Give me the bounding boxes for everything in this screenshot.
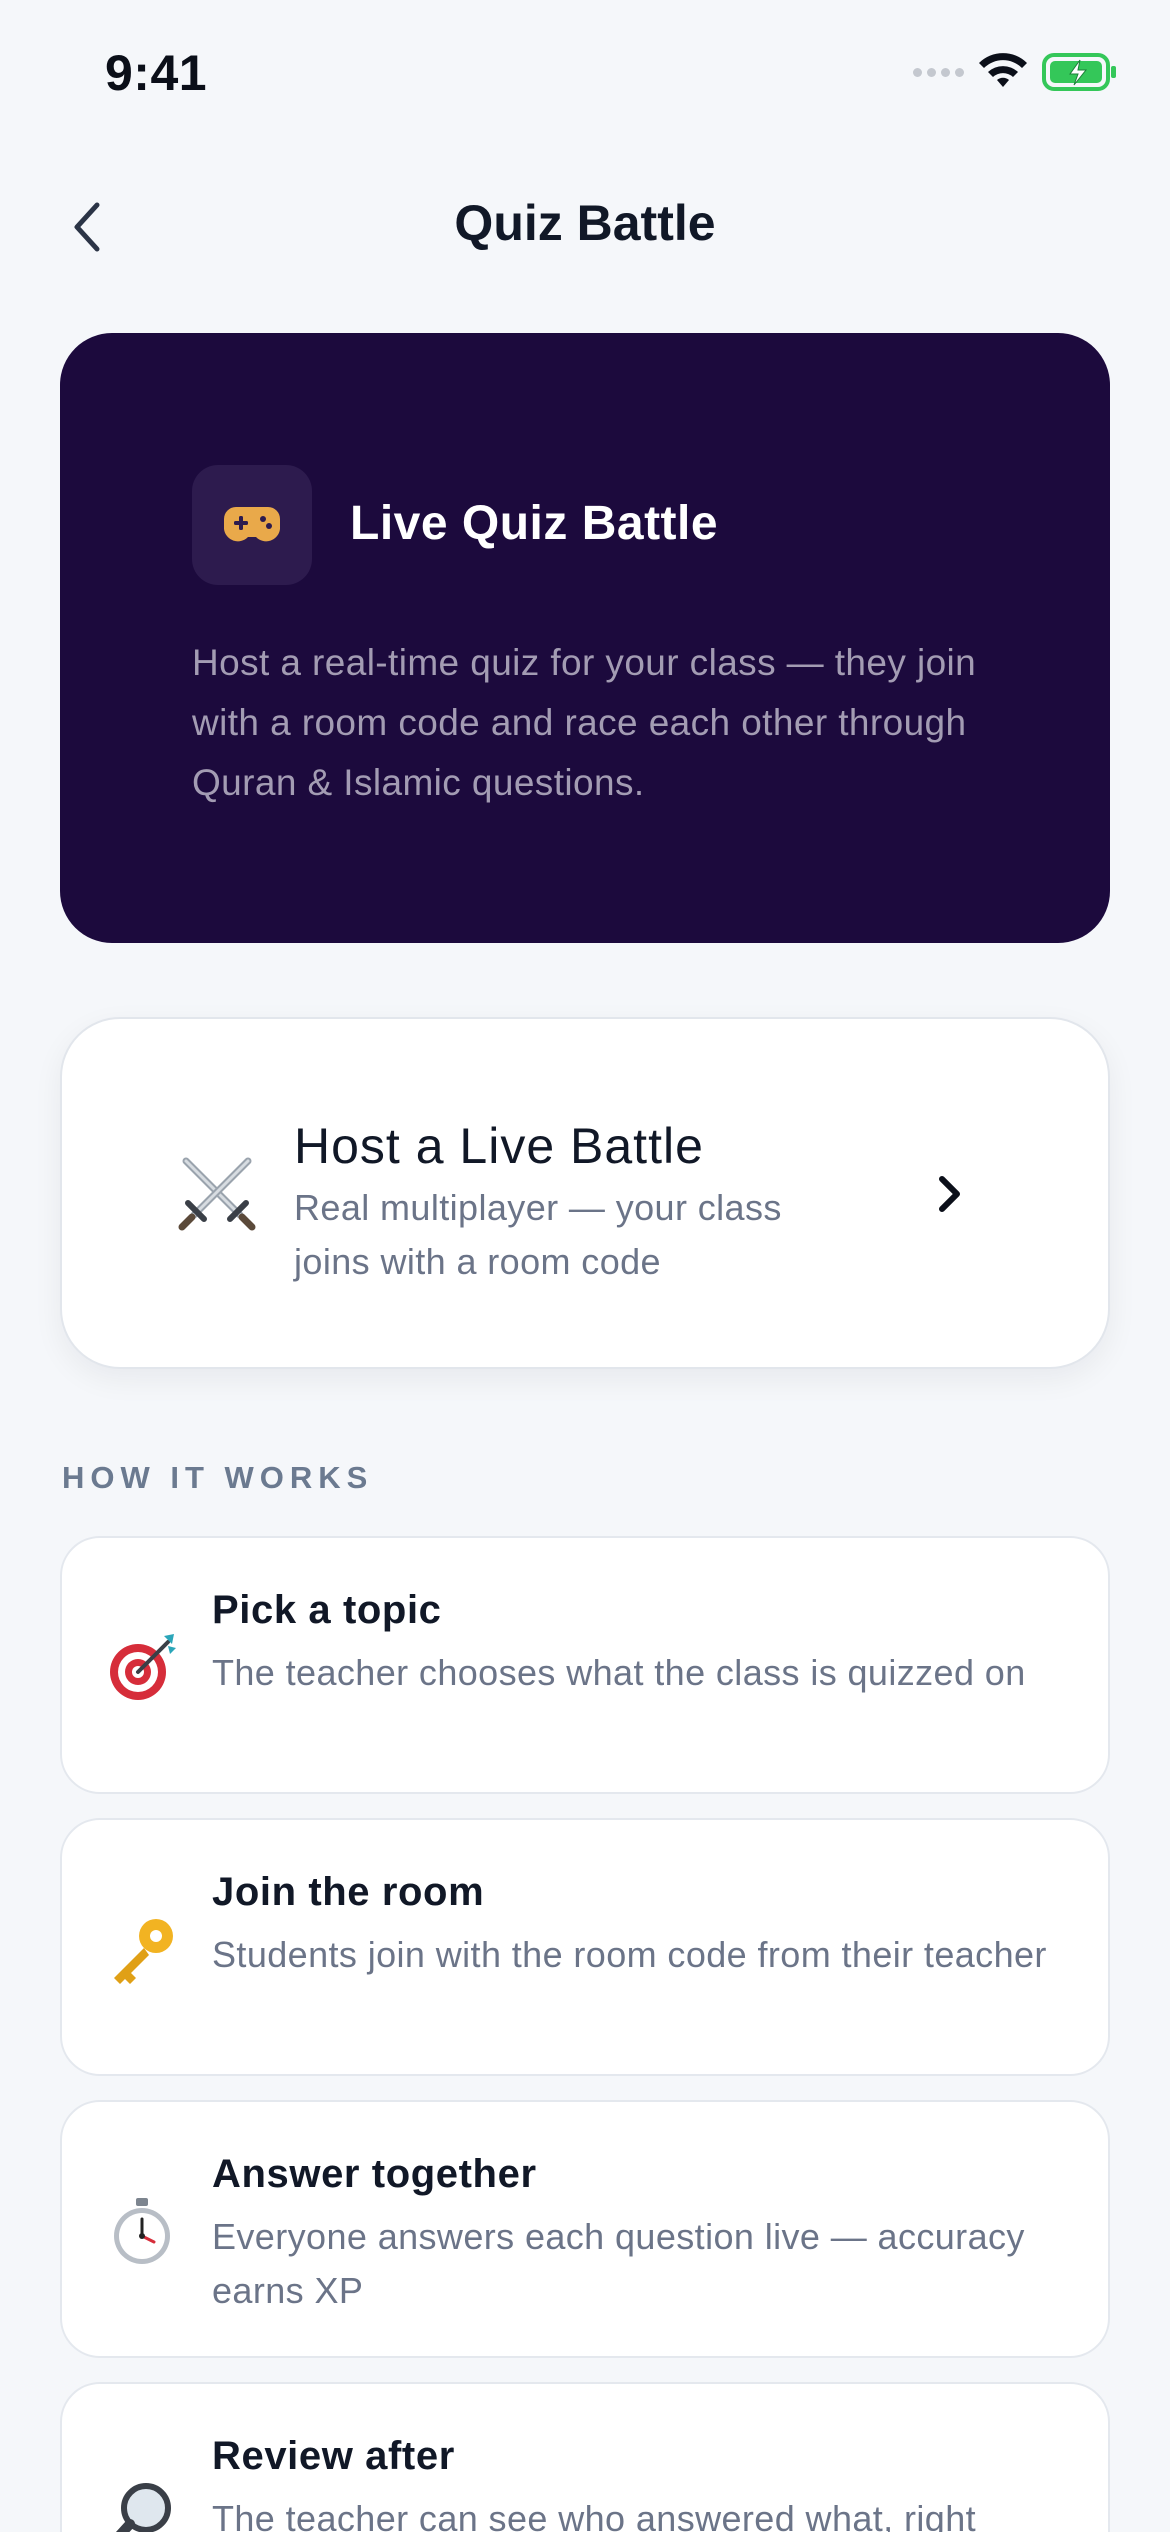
step-title: Answer together [212,2152,537,2196]
target-icon [110,1634,176,1700]
key-icon [114,1919,173,1984]
step-card-join-room: Join the room Students join with the roo… [60,1818,1110,2076]
step-description: Students join with the room code from th… [212,1934,1047,1975]
gamepad-icon [224,507,280,542]
hero-card: Live Quiz Battle Host a real-time quiz f… [60,333,1110,943]
status-bar: 9:41 [0,0,1170,150]
battery-charging-icon [1042,53,1116,91]
step-title: Pick a topic [212,1588,442,1632]
step-card-answer-together: Answer together Everyone answers each qu… [60,2100,1110,2358]
step-title: Review after [212,2434,455,2478]
step-title: Join the room [212,1870,485,1914]
cellular-signal-icon [913,67,964,77]
status-time: 9:41 [105,45,208,101]
hero-title: Live Quiz Battle [350,497,719,550]
host-card-subtitle: Real multiplayer — your class joins with… [294,1187,782,1282]
step-card-pick-topic: Pick a topic The teacher chooses what th… [60,1536,1110,1794]
chevron-right-icon [939,1176,960,1212]
navigation-bar: Quiz Battle [0,170,1170,280]
step-description: The teacher can see who answered what, r… [212,2498,977,2532]
hero-description: Host a real-time quiz for your class — t… [192,642,977,803]
wifi-icon [979,53,1027,87]
host-card-title: Host a Live Battle [294,1118,704,1174]
magnifier-icon [115,2483,171,2532]
step-description: Everyone answers each question live — ac… [212,2216,1025,2311]
step-card-review-after: Review after The teacher can see who ans… [60,2382,1110,2532]
page-title: Quiz Battle [454,195,716,251]
host-live-battle-button[interactable]: Host a Live Battle Real multiplayer — yo… [60,1017,1110,1369]
crossed-swords-icon [178,1157,256,1231]
hero-icon-box [192,465,312,585]
section-label-how-it-works: HOW IT WORKS [62,1460,374,1495]
status-icons [913,52,1118,92]
stopwatch-icon [114,2198,170,2264]
step-description: The teacher chooses what the class is qu… [212,1652,1026,1693]
